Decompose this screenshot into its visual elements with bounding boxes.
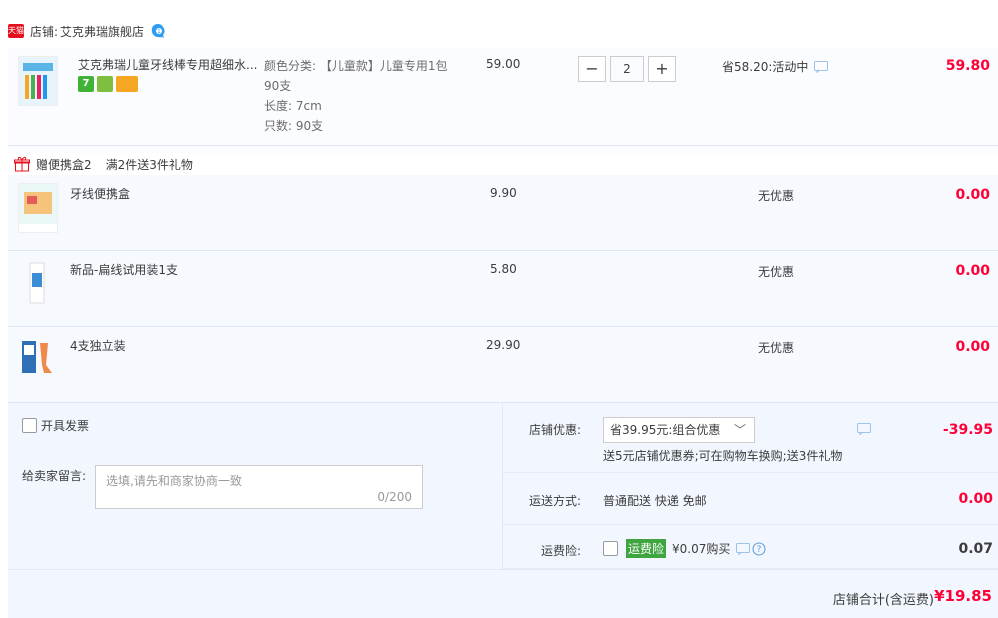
gift-item-row: 4支独立装 29.90 无优惠 0.00 [8,327,998,403]
card-payment-icon[interactable] [116,76,138,92]
gift-promo: 无优惠 [758,189,795,203]
order-summary: 开具发票 给卖家留言: 选填,请先和商家协商一致 0/200 店铺优惠: 省39… [8,403,998,618]
service-tags: 7 [78,76,138,92]
seller-note-input[interactable]: 选填,请先和商家协商一致 0/200 [95,465,423,509]
shop-discount-label: 店铺优惠: [528,423,581,437]
svg-text:1: 1 [157,29,160,35]
discount-selected: 省39.95元:组合优惠 [610,423,721,437]
message-icon[interactable] [736,542,751,555]
gift-rule: 满2件送3件礼物 [105,157,193,172]
buyer-options: 开具发票 给卖家留言: 选填,请先和商家协商一致 0/200 [8,403,502,569]
spec-color: 颜色分类: 【儿童款】儿童专用1包90支 [264,59,448,93]
order-fees-panel: 店铺优惠: 省39.95元:组合优惠 ﹀ 送5元店铺优惠券;可在购物车换购;送3… [502,403,998,569]
shipping-method: 普通配送 快递 免邮 [603,494,707,508]
product-thumbnail[interactable] [18,56,58,106]
shipping-value: 0.00 [958,491,993,507]
insurance-value: 0.07 [958,541,993,557]
gift-price: 9.90 [490,186,517,200]
gift-subtotal: 0.00 [955,339,990,355]
gift-item-row: 新品-扁线试用装1支 5.80 无优惠 0.00 [8,251,998,327]
tmall-badge: 天猫 [8,24,24,38]
gift-thumbnail[interactable] [18,261,58,311]
discount-select[interactable]: 省39.95元:组合优惠 ﹀ [603,417,755,443]
shipping-label: 运送方式: [528,494,581,508]
discount-value: -39.95 [942,422,993,438]
shipping-row: 运送方式: 普通配送 快递 免邮 0.00 [503,473,998,525]
product-title-link[interactable]: 艾克弗瑞儿童牙线棒专用超细水... [78,56,258,73]
insurance-row: 运费险: 运费险 ¥0.07购买 ? 0.07 [503,525,998,569]
message-icon[interactable] [857,423,871,435]
gift-item-row: 牙线便携盒 9.90 无优惠 0.00 [8,175,998,251]
shop-total-value: ¥19.85 [934,587,992,605]
help-icon[interactable]: ? [752,542,766,556]
invoice-option[interactable]: 开具发票 [22,417,89,434]
unit-price: 59.00 [486,57,521,71]
increase-quantity-button[interactable]: + [648,56,676,82]
gift-subtotal: 0.00 [955,187,990,203]
invoice-checkbox[interactable] [22,418,37,433]
promo-text: 省58.20:活动中 [722,60,809,74]
message-icon[interactable] [814,60,829,73]
guarantee-icon[interactable] [97,76,113,92]
chevron-down-icon: ﹀ [733,423,746,437]
main-item-row: 艾克弗瑞儿童牙线棒专用超细水... 7 颜色分类: 【儿童款】儿童专用1包90支… [8,48,998,146]
shop-total-label: 店铺合计(含运费) [832,593,934,608]
decrease-quantity-button[interactable]: − [578,56,606,82]
gift-subtotal: 0.00 [955,263,990,279]
gift-thumbnail[interactable] [18,335,58,385]
discount-detail: 送5元店铺优惠券;可在购物车换购;送3件礼物 [603,449,843,463]
order-items: 艾克弗瑞儿童牙线棒专用超细水... 7 颜色分类: 【儿童款】儿童专用1包90支… [8,48,998,403]
gift-thumbnail[interactable] [18,183,58,233]
gift-name[interactable]: 新品-扁线试用装1支 [70,261,178,278]
spec-count: 只数: 90支 [264,119,324,133]
item-subtotal: 59.80 [945,58,990,74]
spec-length: 长度: 7cm [264,99,322,113]
insurance-price: ¥0.07购买 [672,542,731,556]
shop-name-link[interactable]: 艾克弗瑞旗舰店 [60,23,144,40]
shop-header: 天猫 店铺: 艾克弗瑞旗舰店 1 [8,20,166,42]
invoice-label: 开具发票 [41,419,90,433]
shop-discount-row: 店铺优惠: 省39.95元:组合优惠 ﹀ 送5元店铺优惠券;可在购物车换购;送3… [503,403,998,473]
shop-total-row: 店铺合计(含运费) ¥19.85 [8,569,998,618]
note-placeholder: 选填,请先和商家协商一致 [106,474,242,488]
gift-name[interactable]: 4支独立装 [70,337,126,354]
gift-price: 5.80 [490,262,517,276]
note-label: 给卖家留言: [22,469,87,483]
svg-text:?: ? [757,545,762,555]
insurance-option: 运费险 ¥0.07购买 ? [603,539,766,558]
gift-header: 赠便携盒2 满2件送3件礼物 [8,153,998,175]
chat-seller-icon[interactable]: 1 [150,23,166,39]
seven-day-return-icon[interactable]: 7 [78,76,94,92]
item-promo: 省58.20:活动中 [722,58,829,75]
gift-promo: 无优惠 [758,341,795,355]
shop-label: 店铺: [30,24,59,39]
gift-icon [14,156,30,172]
gift-name[interactable]: 牙线便携盒 [70,185,130,202]
quantity-input[interactable]: 2 [610,56,644,82]
product-specs: 颜色分类: 【儿童款】儿童专用1包90支 长度: 7cm 只数: 90支 [264,56,454,136]
gift-price: 29.90 [486,338,521,352]
quantity-stepper: − 2 + [578,56,676,82]
insurance-tag: 运费险 [626,539,667,558]
insurance-checkbox[interactable] [603,541,618,556]
gift-promo: 无优惠 [758,265,795,279]
insurance-label: 运费险: [540,544,581,558]
note-char-count: 0/200 [377,490,412,504]
gift-title: 赠便携盒2 [36,157,92,172]
